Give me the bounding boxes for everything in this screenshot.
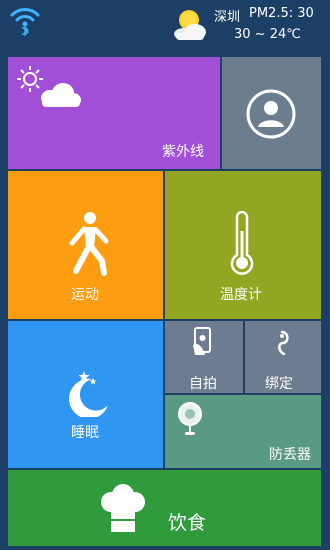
tile-sleep[interactable]: 睡眠 — [8, 321, 163, 468]
tile-thermometer-label: 温度计 — [220, 287, 262, 303]
chef-hat-icon — [101, 484, 145, 532]
tile-selfie[interactable]: 自拍 — [165, 321, 243, 393]
sun-cloud-icon — [168, 5, 210, 43]
tile-sleep-label: 睡眠 — [71, 425, 99, 441]
tile-sport[interactable]: 运动 — [8, 171, 163, 319]
tile-antilost[interactable]: 防丢器 — [165, 395, 321, 468]
sun-cloud-icon — [17, 66, 81, 107]
status-header: 深圳 PM2.5: 30 30 ~ 24℃ — [0, 0, 330, 55]
weather-pm25: PM2.5: 30 — [249, 6, 314, 21]
walking-person-icon — [69, 212, 109, 276]
bind-device-icon — [278, 330, 289, 356]
phone-camera-icon — [193, 327, 211, 355]
tile-diet[interactable]: 饮食 — [8, 470, 321, 546]
tile-antilost-label: 防丢器 — [269, 447, 311, 463]
wifi-icon — [10, 8, 40, 37]
moon-stars-icon — [69, 371, 108, 417]
tile-sport-label: 运动 — [71, 287, 99, 303]
tile-thermometer[interactable]: 温度计 — [165, 171, 321, 319]
tile-uv-label: 紫外线 — [162, 144, 204, 160]
tile-avatar[interactable] — [222, 57, 321, 169]
user-avatar-icon — [246, 89, 296, 139]
weather-city: 深圳 — [214, 10, 241, 25]
weather-temperature: 30 ~ 24℃ — [234, 27, 301, 42]
anti-lost-tracker-icon — [178, 402, 202, 435]
thermometer-icon — [230, 211, 254, 275]
tile-uv[interactable]: 紫外线 — [8, 57, 220, 169]
tile-selfie-label: 自拍 — [189, 376, 217, 392]
wifi-bluetooth-status — [10, 5, 40, 37]
tile-bind[interactable]: 绑定 — [245, 321, 321, 393]
tile-diet-label: 饮食 — [168, 512, 207, 534]
tile-bind-label: 绑定 — [265, 376, 293, 392]
bluetooth-icon — [21, 25, 29, 37]
